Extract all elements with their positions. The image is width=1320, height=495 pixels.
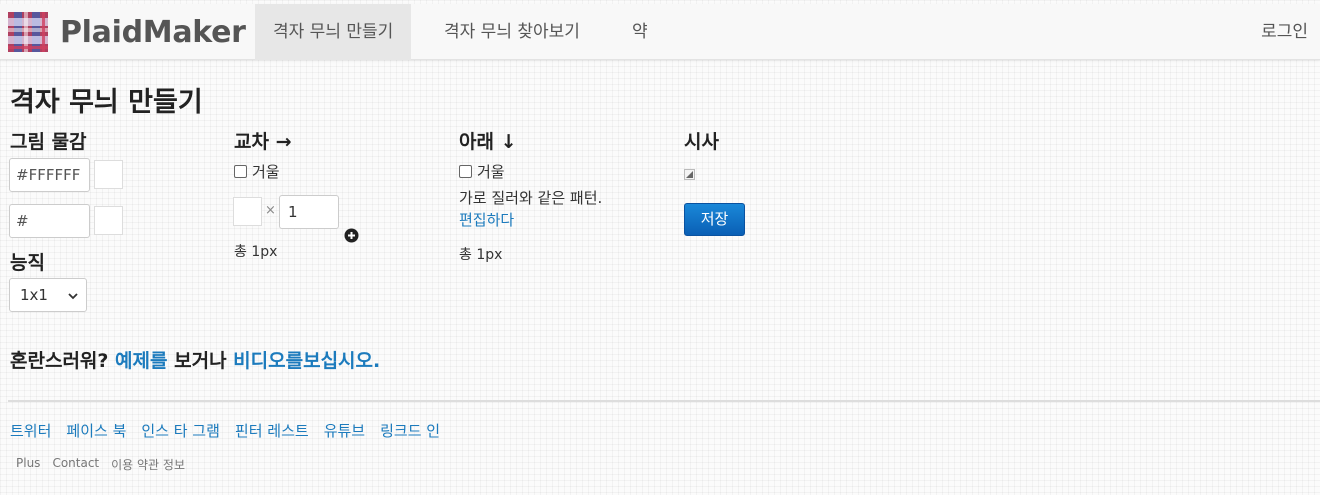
login-link[interactable]: 로그인 — [1261, 4, 1308, 60]
add-stripe-icon[interactable] — [344, 228, 359, 243]
edit-link[interactable]: 편집하다 — [459, 209, 514, 230]
linkedin-link[interactable]: 링크드 인 — [380, 420, 440, 441]
footer-terms-link[interactable]: 이용 약관 정보 — [111, 456, 185, 473]
examples-link[interactable]: 예제를 — [115, 350, 167, 372]
preview-image-icon — [684, 169, 695, 180]
color2-swatch[interactable] — [94, 206, 123, 235]
down-column: 아래 ↓ — [459, 128, 517, 156]
video-link[interactable]: 비디오를보십시오. — [233, 350, 380, 372]
material-heading: 그림 물감 — [10, 131, 87, 153]
navbar: PlaidMaker 격자 무늬 만들기 격자 무늬 찾아보기 약 로그인 — [0, 4, 1320, 60]
social-links: 트위터 페이스 북 인스 타 그램 핀터 레스트 유튜브 링크드 인 — [10, 420, 455, 441]
brand[interactable]: PlaidMaker — [8, 11, 246, 53]
brand-name: PlaidMaker — [60, 14, 246, 50]
weave-select[interactable]: 1x1 — [9, 278, 87, 312]
down-heading: 아래 ↓ — [459, 131, 517, 153]
youtube-link[interactable]: 유튜브 — [324, 420, 365, 441]
instagram-link[interactable]: 인스 타 그램 — [141, 420, 220, 441]
footer-contact-link[interactable]: Contact — [52, 456, 99, 473]
nav-browse-plaid[interactable]: 격자 무늬 찾아보기 — [426, 4, 598, 60]
preview-heading: 시사 — [684, 131, 719, 153]
nav-about[interactable]: 약 — [614, 4, 666, 60]
footer-links: Plus Contact 이용 약관 정보 — [16, 456, 197, 473]
across-count-input[interactable]: 1 — [279, 195, 339, 229]
color2-input[interactable]: # — [9, 204, 90, 238]
material-column: 그림 물감 — [10, 128, 87, 156]
help-middle: 보거나 — [167, 350, 234, 372]
help-line: 혼란스러워? 예제를 보거나 비디오를보십시오. — [10, 346, 380, 373]
weave-section: 능직 — [10, 249, 45, 277]
preview-column: 시사 — [684, 128, 719, 156]
across-heading: 교차 → — [234, 131, 292, 153]
down-total: 총 1px — [459, 247, 503, 263]
color1-swatch[interactable] — [94, 160, 123, 189]
across-total: 총 1px — [234, 244, 278, 260]
plaid-logo-icon — [8, 12, 48, 52]
across-stripe-swatch[interactable] — [233, 197, 262, 226]
footer-divider — [8, 400, 1320, 402]
help-prefix: 혼란스러워? — [10, 350, 116, 372]
page-title: 격자 무늬 만들기 — [10, 87, 203, 118]
save-button[interactable]: 저장 — [684, 203, 745, 236]
color1-input[interactable]: #FFFFFF — [9, 158, 90, 192]
down-mirror-checkbox[interactable] — [459, 165, 472, 178]
times-sign: × — [265, 203, 276, 218]
down-mirror-label: 거울 — [477, 163, 505, 181]
weave-selected: 1x1 — [20, 286, 48, 304]
facebook-link[interactable]: 페이스 북 — [66, 420, 126, 441]
weave-heading: 능직 — [10, 252, 45, 274]
across-mirror-row[interactable]: 거울 — [234, 161, 280, 182]
down-description: 가로 질러와 같은 패턴. — [459, 189, 603, 207]
footer-plus-link[interactable]: Plus — [16, 456, 40, 473]
pinterest-link[interactable]: 핀터 레스트 — [235, 420, 309, 441]
across-mirror-checkbox[interactable] — [234, 165, 247, 178]
across-column: 교차 → — [234, 128, 292, 156]
nav-create-plaid[interactable]: 격자 무늬 만들기 — [255, 4, 412, 60]
down-mirror-row[interactable]: 거울 — [459, 161, 505, 182]
twitter-link[interactable]: 트위터 — [10, 420, 51, 441]
chevron-down-icon — [68, 293, 78, 300]
across-mirror-label: 거울 — [252, 163, 280, 181]
